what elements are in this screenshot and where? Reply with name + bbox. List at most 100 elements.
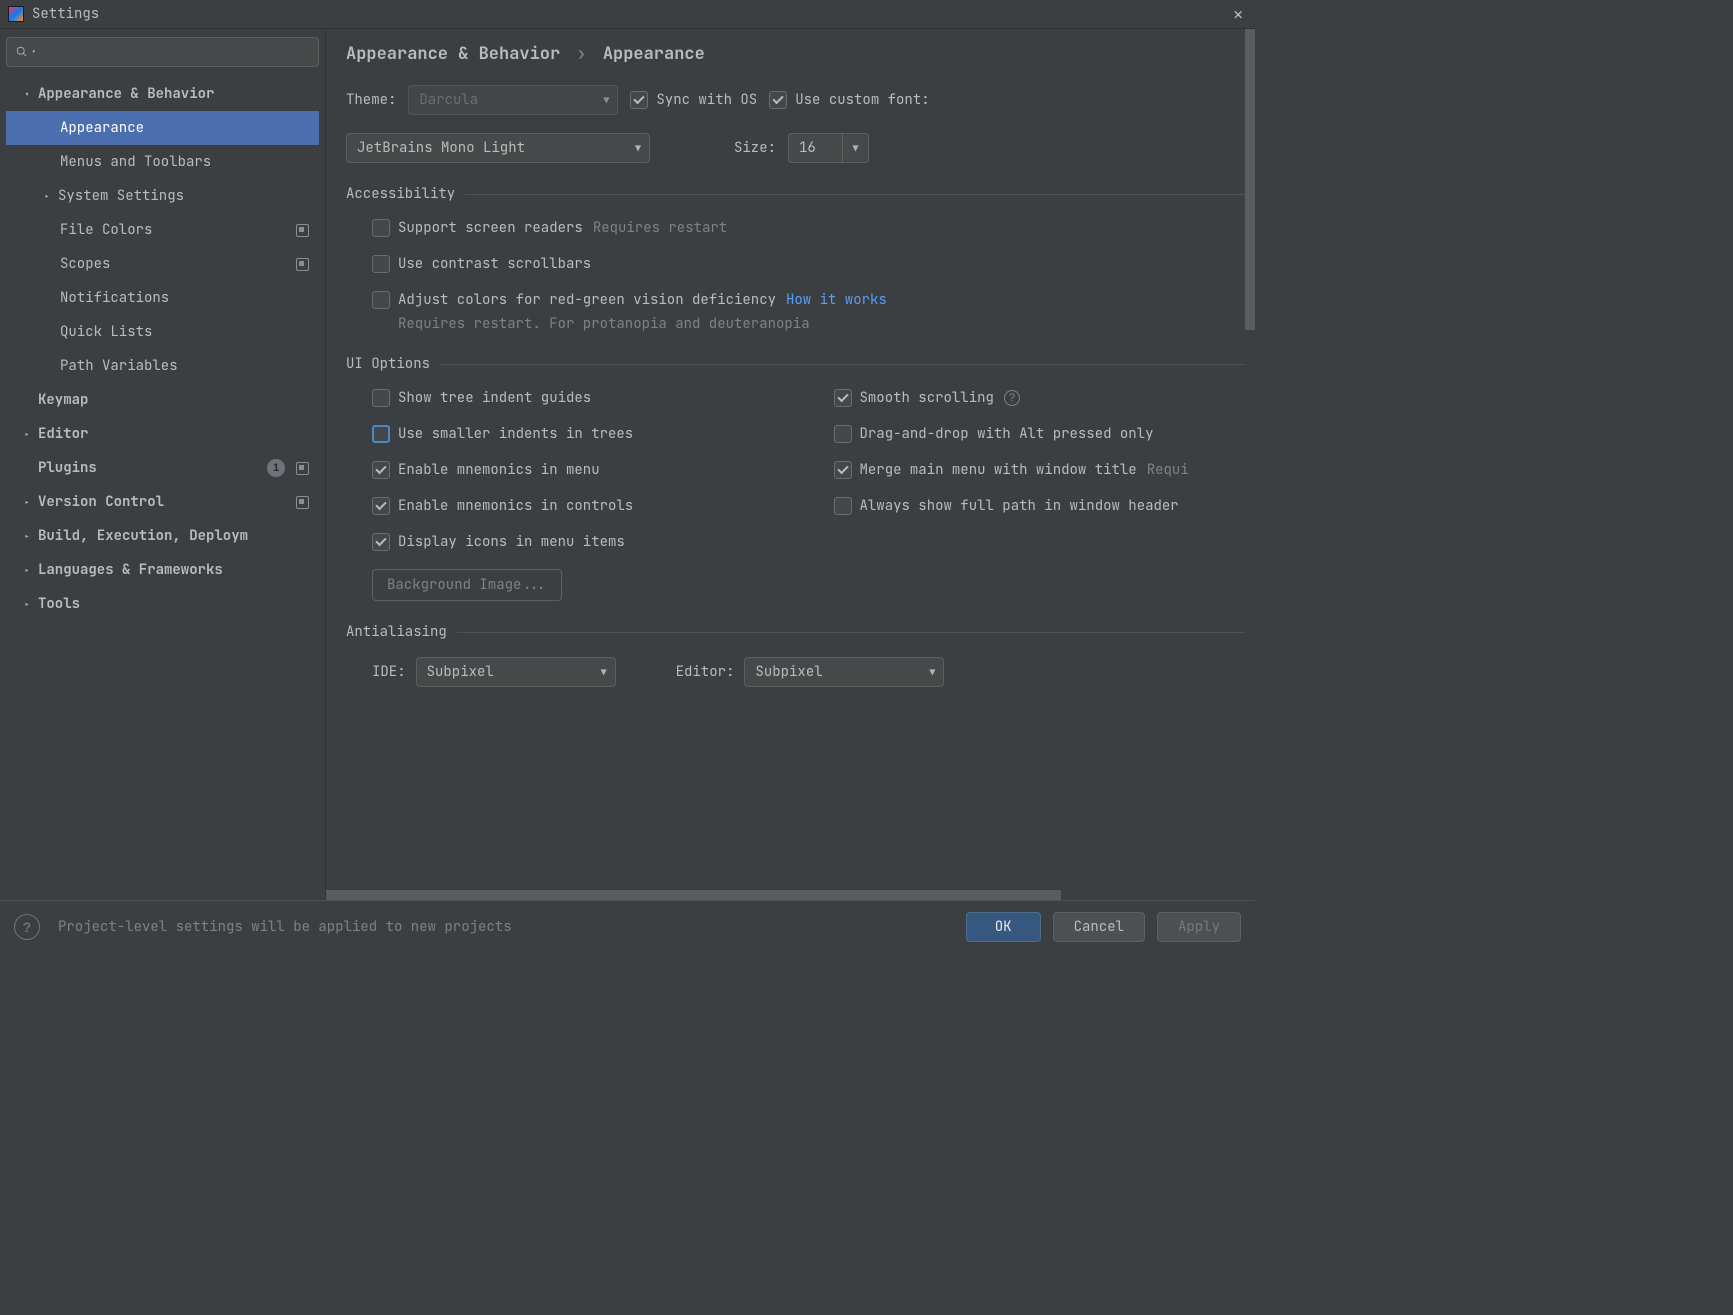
editor-aa-select[interactable]: Subpixel ▼ xyxy=(744,657,944,687)
sidebar-item-label: Scopes xyxy=(60,255,110,273)
footer: ? Project-level settings will be applied… xyxy=(0,900,1255,952)
checkbox-box xyxy=(372,497,390,515)
info-icon[interactable]: ? xyxy=(1004,390,1020,406)
custom-font-label: Use custom font: xyxy=(795,91,929,109)
sidebar-item[interactable]: ▸Version Control xyxy=(6,485,319,519)
sidebar-item[interactable]: ▸Tools xyxy=(6,587,319,621)
close-icon[interactable]: ✕ xyxy=(1229,4,1247,25)
editor-aa-value: Subpixel xyxy=(755,663,822,681)
drag-alt-checkbox[interactable]: Drag-and-drop with Alt pressed only xyxy=(834,425,1154,443)
full-path-checkbox[interactable]: Always show full path in window header xyxy=(834,497,1179,515)
theme-select[interactable]: Darcula ▼ xyxy=(408,85,618,115)
adjust-colors-hint: Requires restart. For protanopia and deu… xyxy=(372,315,1255,333)
sidebar-item[interactable]: File Colors xyxy=(6,213,319,247)
sidebar-item[interactable]: Path Variables xyxy=(6,349,319,383)
sidebar-item[interactable]: Plugins1 xyxy=(6,451,319,485)
size-dropdown-button[interactable]: ▼ xyxy=(843,133,869,163)
scrollbar-thumb[interactable] xyxy=(1245,29,1255,330)
contrast-label: Use contrast scrollbars xyxy=(398,255,591,273)
checkbox-box xyxy=(372,425,390,443)
checkbox-box xyxy=(372,255,390,273)
checkbox-box xyxy=(834,389,852,407)
smooth-scrolling-checkbox[interactable]: Smooth scrolling xyxy=(834,389,994,407)
horizontal-scrollbar[interactable] xyxy=(326,890,1245,900)
titlebar: Settings ✕ xyxy=(0,0,1255,29)
sidebar-item-label: Appearance & Behavior xyxy=(38,85,214,103)
sidebar-item[interactable]: Appearance xyxy=(6,111,319,145)
editor-aa-label: Editor: xyxy=(676,663,735,681)
mnemonics-ctrl-label: Enable mnemonics in controls xyxy=(398,497,633,515)
background-image-button[interactable]: Background Image... xyxy=(372,569,562,601)
display-icons-label: Display icons in menu items xyxy=(398,533,625,551)
font-select[interactable]: JetBrains Mono Light ▼ xyxy=(346,133,650,163)
merge-menu-checkbox[interactable]: Merge main menu with window title xyxy=(834,461,1137,479)
merge-menu-label: Merge main menu with window title xyxy=(860,461,1137,479)
checkbox-box xyxy=(372,219,390,237)
screen-readers-checkbox[interactable]: Support screen readers xyxy=(372,219,583,237)
how-it-works-link[interactable]: How it works xyxy=(786,291,887,309)
app-icon xyxy=(8,6,24,22)
sidebar-item[interactable]: Keymap xyxy=(6,383,319,417)
sidebar-item-label: Notifications xyxy=(60,289,169,307)
sidebar-item[interactable]: ▸Editor xyxy=(6,417,319,451)
ide-aa-label: IDE: xyxy=(372,663,406,681)
sidebar-item[interactable]: Quick Lists xyxy=(6,315,319,349)
merge-menu-hint: Requi xyxy=(1147,461,1189,479)
badge: 1 xyxy=(267,459,285,477)
sidebar-item[interactable]: Notifications xyxy=(6,281,319,315)
search-input[interactable]: ▾ xyxy=(6,37,319,67)
sidebar-item-label: Keymap xyxy=(38,391,88,409)
tree-guides-label: Show tree indent guides xyxy=(398,389,591,407)
apply-button[interactable]: Apply xyxy=(1157,912,1241,942)
sidebar-item-label: Quick Lists xyxy=(60,323,152,341)
checkbox-box xyxy=(834,497,852,515)
chevron-down-icon: ▼ xyxy=(601,666,607,679)
help-icon[interactable]: ? xyxy=(14,914,40,940)
ok-button[interactable]: OK xyxy=(966,912,1041,942)
checkbox-box xyxy=(834,425,852,443)
mnemonics-ctrl-checkbox[interactable]: Enable mnemonics in controls xyxy=(372,497,633,515)
search-history-caret-icon[interactable]: ▾ xyxy=(31,46,36,58)
sidebar-item[interactable]: ▸Build, Execution, Deploym xyxy=(6,519,319,553)
mnemonics-menu-checkbox[interactable]: Enable mnemonics in menu xyxy=(372,461,600,479)
checkbox-box xyxy=(630,91,648,109)
size-input[interactable] xyxy=(788,133,843,163)
sidebar-item-label: Build, Execution, Deploym xyxy=(38,527,248,545)
tree-guides-checkbox[interactable]: Show tree indent guides xyxy=(372,389,591,407)
content-panel: Appearance & Behavior › Appearance Theme… xyxy=(326,29,1255,900)
sidebar-item[interactable]: ▸System Settings xyxy=(6,179,319,213)
divider xyxy=(457,632,1255,633)
sidebar-item[interactable]: Scopes xyxy=(6,247,319,281)
sidebar-item-label: Editor xyxy=(38,425,88,443)
custom-font-checkbox[interactable]: Use custom font: xyxy=(769,91,929,109)
checkbox-box xyxy=(372,389,390,407)
scrollbar-thumb[interactable] xyxy=(326,890,1061,900)
cancel-button[interactable]: Cancel xyxy=(1053,912,1145,942)
antialiasing-heading: Antialiasing xyxy=(346,623,447,641)
screen-readers-label: Support screen readers xyxy=(398,219,583,237)
screen-readers-hint: Requires restart xyxy=(593,219,727,237)
display-icons-checkbox[interactable]: Display icons in menu items xyxy=(372,533,625,551)
chevron-right-icon: ▸ xyxy=(44,190,58,203)
window-title: Settings xyxy=(32,5,99,23)
sidebar-item-label: Languages & Frameworks xyxy=(38,561,223,579)
ide-aa-select[interactable]: Subpixel ▼ xyxy=(416,657,616,687)
sidebar-item[interactable]: ▸Languages & Frameworks xyxy=(6,553,319,587)
sidebar-item[interactable]: ▾Appearance & Behavior xyxy=(6,77,319,111)
drag-alt-label: Drag-and-drop with Alt pressed only xyxy=(860,425,1154,443)
breadcrumb-b: Appearance xyxy=(603,43,705,65)
smaller-indents-checkbox[interactable]: Use smaller indents in trees xyxy=(372,425,633,443)
adjust-colors-checkbox[interactable]: Adjust colors for red-green vision defic… xyxy=(372,291,776,309)
sidebar-item-label: Appearance xyxy=(60,119,144,137)
theme-label: Theme: xyxy=(346,91,396,109)
chevron-right-icon: ▸ xyxy=(24,496,38,509)
sync-os-checkbox[interactable]: Sync with OS xyxy=(630,91,757,109)
project-level-icon xyxy=(296,258,309,271)
settings-tree: ▾Appearance & Behavior Appearance Menus an… xyxy=(6,77,319,621)
chevron-right-icon: ▸ xyxy=(24,428,38,441)
vertical-scrollbar[interactable] xyxy=(1245,29,1255,890)
sidebar-item-label: Path Variables xyxy=(60,357,178,375)
chevron-down-icon: ▾ xyxy=(24,88,38,101)
contrast-scrollbars-checkbox[interactable]: Use contrast scrollbars xyxy=(372,255,591,273)
sidebar-item[interactable]: Menus and Toolbars xyxy=(6,145,319,179)
